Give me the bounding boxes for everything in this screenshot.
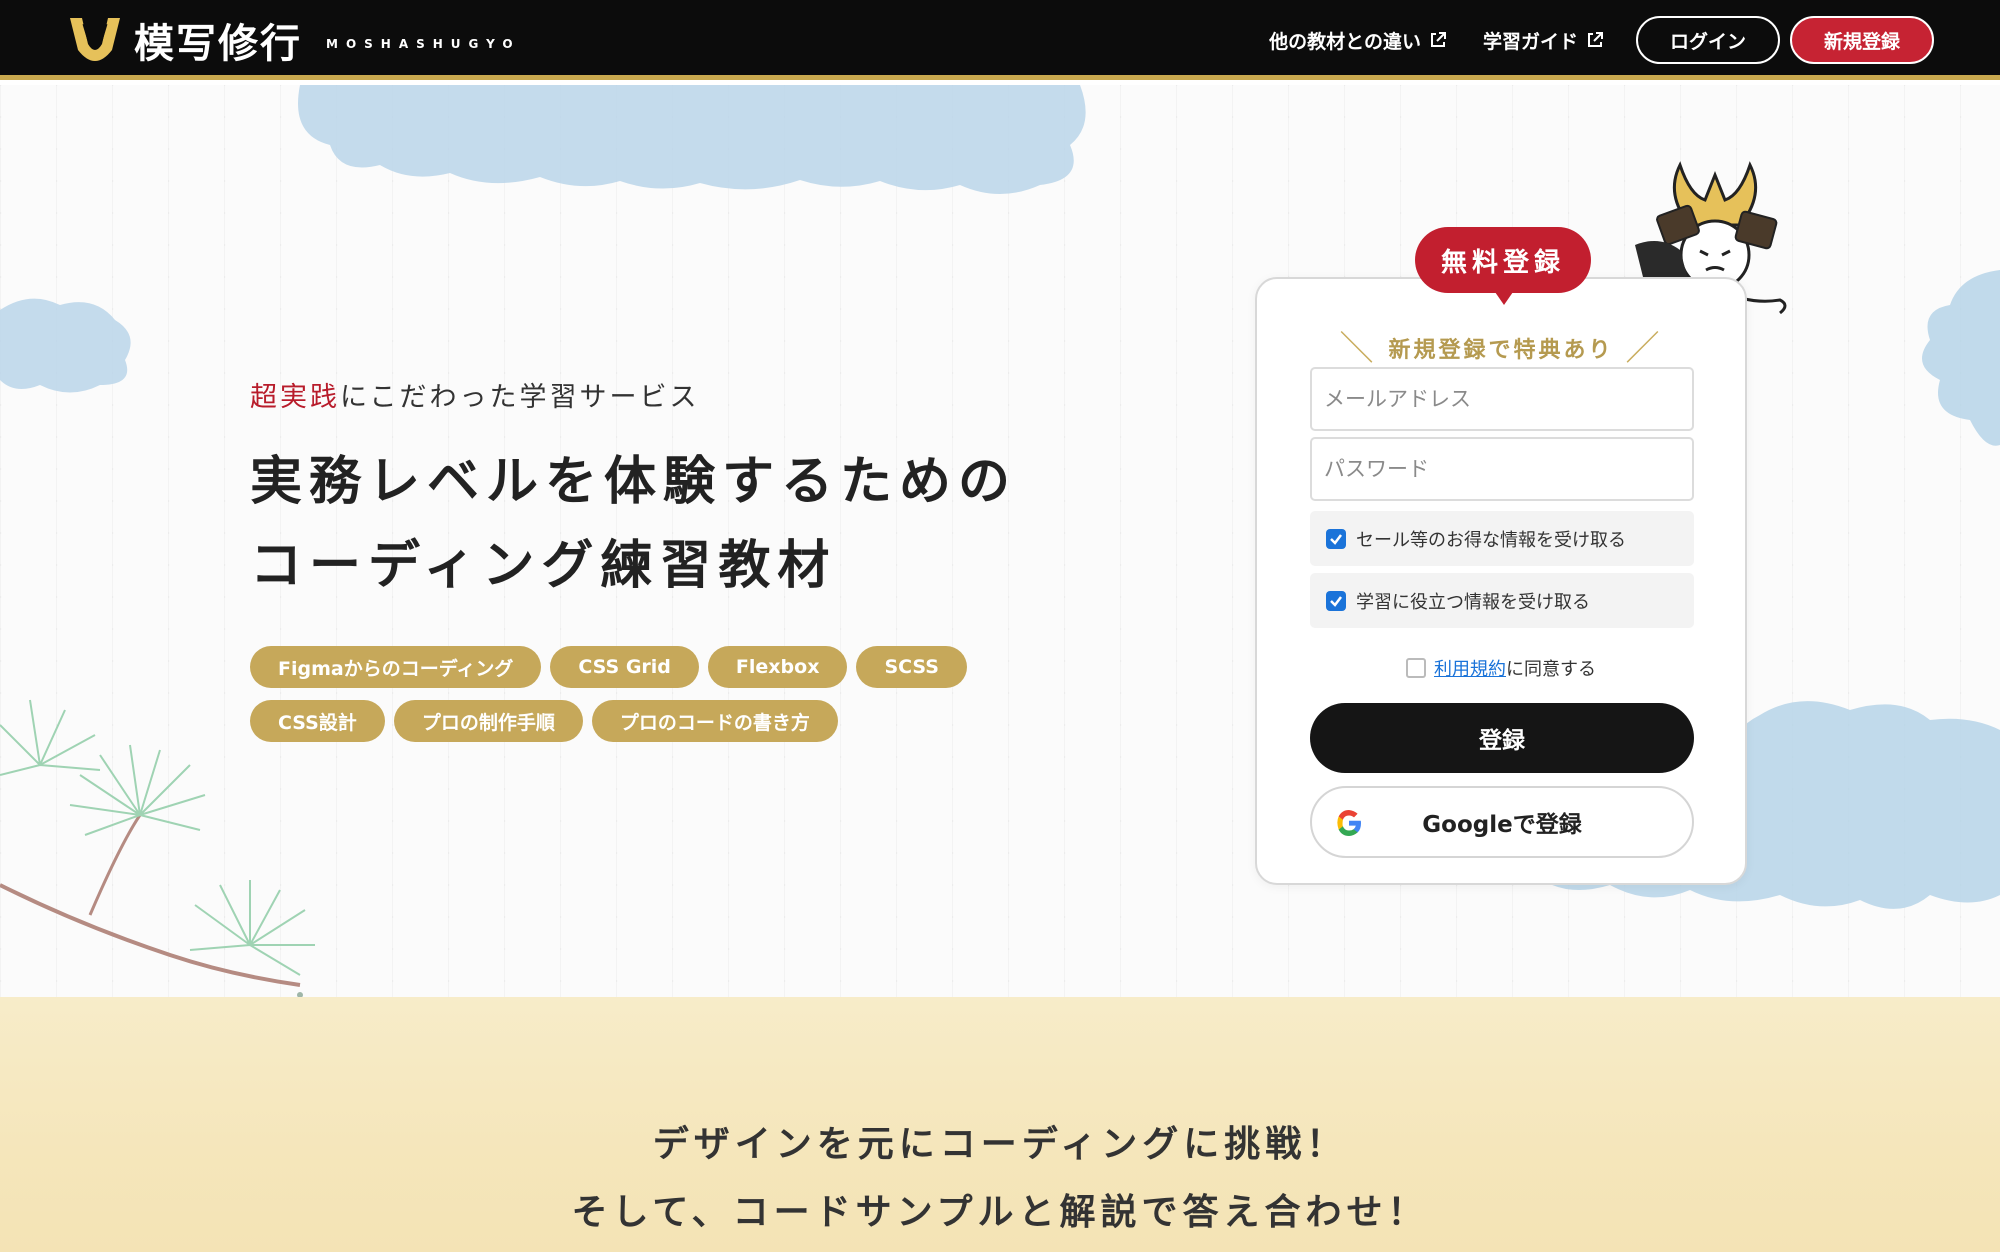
external-link-icon [1588, 32, 1603, 47]
external-link-icon [1430, 32, 1446, 47]
sale-info-label: セール等のお得な情報を受け取る [1356, 529, 1626, 551]
logo-text: 模写修行 [134, 20, 302, 67]
signup-card: 無料登録 ＼ 新規登録で特典あり ／ セール等のお得な情報を受け取る 学習に役立つ情… [1255, 227, 1747, 885]
nav-link-guide[interactable]: 学習ガイド [1483, 27, 1604, 54]
perk-right-slash-icon: ／ [1625, 329, 1663, 369]
checkmark-icon [1330, 533, 1342, 545]
tag-css-design: CSS設計 [250, 700, 385, 742]
perk-left-slash-icon: ＼ [1339, 329, 1377, 369]
tag-css-grid: CSS Grid [550, 646, 699, 688]
tag-flexbox: Flexbox [707, 646, 848, 688]
login-button[interactable]: ログイン [1636, 16, 1780, 64]
tag-scss: SCSS [856, 646, 967, 688]
intro-line-1: デザインを元にコーディングに挑戦！ [652, 1123, 1348, 1165]
signup-button[interactable]: 新規登録 [1790, 16, 1934, 64]
intro-section: デザインを元にコーディングに挑戦！ そして、コードサンプルと解説で答え合わせ！ [0, 997, 2000, 1252]
site-logo[interactable]: 模写修行 MOSHASHUGYO [66, 14, 521, 67]
site-header: 模写修行 MOSHASHUGYO 他の教材との違い 学習ガイド ログイン 新規登… [0, 0, 2000, 80]
google-icon [1337, 810, 1361, 836]
hero-tagline: 超実践にこだわった学習サービス [250, 375, 1100, 414]
terms-rest: に同意する [1506, 659, 1596, 680]
topic-tags: Figmaからのコーディング CSS Grid Flexbox SCSS CSS… [250, 646, 1100, 742]
hero-copy: 超実践にこだわった学習サービス 実務レベルを体験するための コーディング練習教材… [250, 375, 1100, 742]
signup-perk-label: ＼ 新規登録で特典あり ／ [1257, 321, 1745, 370]
nav-link-label: 他の教材との違い [1269, 30, 1421, 53]
learning-info-checkbox[interactable] [1326, 590, 1346, 611]
nav-link-label: 学習ガイド [1482, 30, 1578, 53]
tag-figma: Figmaからのコーディング [250, 646, 542, 688]
hero-section: 超実践にこだわった学習サービス 実務レベルを体験するための コーディング練習教材… [0, 85, 2000, 997]
terms-checkbox[interactable] [1406, 658, 1426, 678]
terms-link[interactable]: 利用規約 [1434, 659, 1506, 680]
password-field[interactable] [1310, 437, 1694, 501]
sale-info-checkbox-row[interactable]: セール等のお得な情報を受け取る [1310, 511, 1694, 566]
google-register-label: Googleで登録 [1422, 812, 1582, 838]
free-signup-ribbon: 無料登録 [1415, 227, 1591, 305]
learning-info-label: 学習に役立つ情報を受け取る [1356, 591, 1590, 613]
perk-text: 新規登録で特典あり [1388, 337, 1614, 363]
learning-info-checkbox-row[interactable]: 学習に役立つ情報を受け取る [1310, 573, 1694, 628]
intro-line-2: そして、コードサンプルと解説で答え合わせ！ [571, 1191, 1429, 1233]
main-nav: 他の教材との違い 学習ガイド ログイン 新規登録 [1269, 16, 1934, 64]
register-button[interactable]: 登録 [1310, 703, 1694, 773]
google-register-button[interactable]: Googleで登録 [1310, 786, 1694, 858]
tag-pro-code: プロのコードの書き方 [591, 700, 838, 742]
logo-subtitle: MOSHASHUGYO [326, 37, 521, 51]
headline-line-2: コーディング練習教材 [250, 535, 837, 596]
sale-info-checkbox[interactable] [1326, 528, 1346, 549]
cloud-left-illustration [0, 298, 131, 393]
helmet-logo-icon [70, 18, 120, 61]
nav-link-differences[interactable]: 他の教材との違い [1269, 27, 1447, 54]
tag-pro-workflow: プロの制作手順 [393, 700, 583, 742]
cloud-top-illustration [298, 85, 1086, 194]
hero-headline: 実務レベルを体験するための コーディング練習教材 [250, 440, 1100, 608]
tagline-accent: 超実践 [250, 382, 340, 413]
email-field[interactable] [1310, 367, 1694, 431]
tagline-rest: にこだわった学習サービス [340, 382, 700, 413]
checkmark-icon [1330, 595, 1342, 607]
terms-agreement: 利用規約に同意する [1257, 655, 1745, 681]
headline-line-1: 実務レベルを体験するための [250, 451, 1018, 512]
